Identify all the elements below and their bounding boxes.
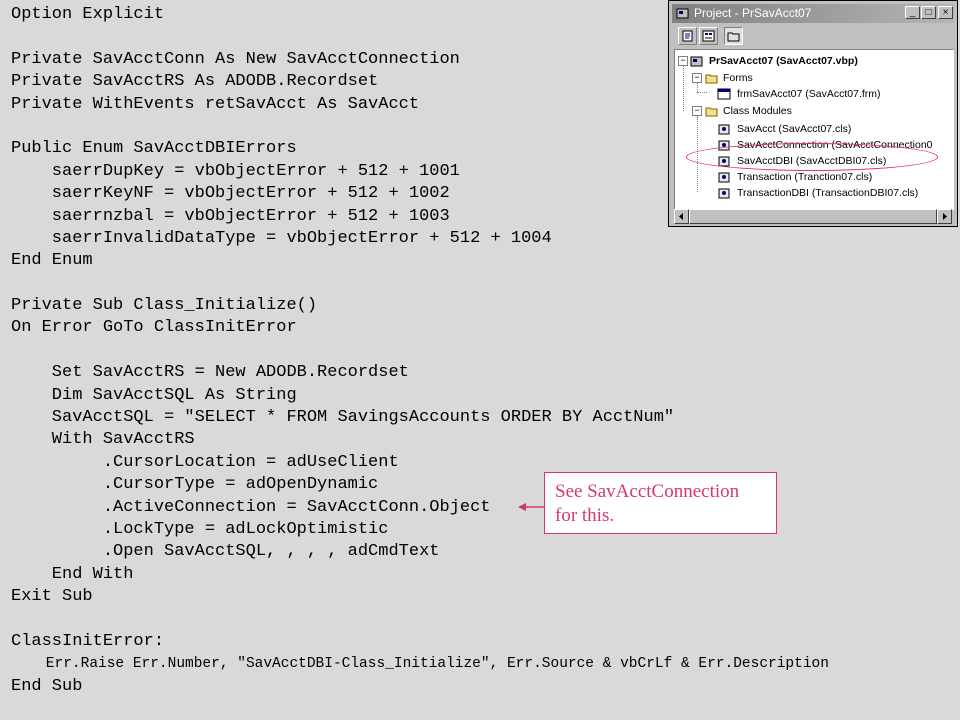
code-line: Set SavAcctRS = New ADODB.Recordset xyxy=(11,363,409,383)
tree-label: SavAcctDBI (SavAcctDBI07.cls) xyxy=(737,155,887,167)
vb-project-icon xyxy=(690,56,703,67)
tree-connector xyxy=(697,116,698,192)
view-code-button[interactable] xyxy=(678,27,697,45)
code-line: On Error GoTo ClassInitError xyxy=(11,318,297,338)
tree-item-form[interactable]: frmSavAcct07 (SavAcct07.frm) xyxy=(713,86,949,102)
open-folder-icon xyxy=(705,74,718,84)
view-code-icon xyxy=(682,30,693,42)
callout-note: See SavAcctConnection for this. xyxy=(544,472,777,534)
code-line: .Open SavAcctSQL, , , , adCmdText xyxy=(11,542,440,562)
tree-label: frmSavAcct07 (SavAcct07.frm) xyxy=(737,88,881,100)
project-toolbar xyxy=(674,27,952,47)
horizontal-scrollbar[interactable] xyxy=(674,209,952,224)
code-line: End With xyxy=(11,564,134,584)
class-module-icon xyxy=(718,172,730,183)
project-tree: − PrSavAcct07 (SavAcct07.vbp) − Forms fr… xyxy=(674,49,954,210)
tree-connector xyxy=(683,63,684,111)
code-line: End Sub xyxy=(11,676,83,696)
tree-item-module[interactable]: Transaction (Tranction07.cls) xyxy=(713,169,953,185)
collapse-toggle[interactable]: − xyxy=(678,56,688,66)
arrow-left-icon xyxy=(679,213,683,220)
tree-item-module[interactable]: TransactionDBI (TransactionDBI07.cls) xyxy=(713,185,953,201)
code-line: ClassInitError: xyxy=(11,631,165,651)
project-window-title: Project - PrSavAcct07 xyxy=(694,6,812,20)
class-module-icon xyxy=(718,140,730,151)
callout-line-1: See SavAcctConnection xyxy=(555,481,740,502)
code-line: End Enum xyxy=(11,251,93,271)
class-module-icon xyxy=(718,188,730,199)
scroll-right-button[interactable] xyxy=(937,209,952,224)
class-module-icon xyxy=(718,156,730,167)
code-line: SavAcctSQL = "SELECT * FROM SavingsAccou… xyxy=(11,408,675,428)
code-line: With SavAcctRS xyxy=(11,430,195,450)
minimize-button[interactable]: _ xyxy=(905,6,920,19)
tree-label: TransactionDBI (TransactionDBI07.cls) xyxy=(737,187,919,199)
collapse-toggle[interactable]: − xyxy=(692,106,702,116)
tree-item-forms-folder[interactable]: − Forms xyxy=(689,70,949,86)
code-line: saerrInvalidDataType = vbObjectError + 5… xyxy=(11,228,552,248)
tree-item-module-highlighted[interactable]: SavAcctDBI (SavAcctDBI07.cls) xyxy=(713,153,953,169)
view-object-button[interactable] xyxy=(699,27,718,45)
tree-connector xyxy=(697,92,707,93)
tree-label: Forms xyxy=(723,72,753,84)
code-line: Exit Sub xyxy=(11,587,93,607)
tree-label: PrSavAcct07 (SavAcct07.vbp) xyxy=(709,55,858,67)
toggle-folders-button[interactable] xyxy=(724,27,743,45)
maximize-button[interactable]: □ xyxy=(921,6,936,19)
arrow-right-icon xyxy=(943,213,947,220)
tree-label: SavAcctConnection (SavAcctConnection0 xyxy=(737,139,933,151)
tree-label: Transaction (Tranction07.cls) xyxy=(737,171,873,183)
class-module-icon xyxy=(718,124,730,135)
tree-item-project[interactable]: − PrSavAcct07 (SavAcct07.vbp) xyxy=(675,53,951,69)
project-app-icon xyxy=(676,8,689,19)
code-line: Dim SavAcctSQL As String xyxy=(11,385,297,405)
callout-line-2: for this. xyxy=(555,505,615,526)
code-line: .CursorLocation = adUseClient xyxy=(11,452,399,472)
close-button[interactable]: × xyxy=(938,6,953,19)
tree-item-module[interactable]: SavAcctConnection (SavAcctConnection0 xyxy=(713,137,953,153)
tree-item-module[interactable]: SavAcct (SavAcct07.cls) xyxy=(713,121,953,137)
collapse-toggle[interactable]: − xyxy=(692,73,702,83)
view-object-icon xyxy=(702,30,715,42)
open-folder-icon xyxy=(705,107,718,117)
toggle-folders-icon xyxy=(727,32,740,42)
form-icon xyxy=(717,88,731,100)
tree-label: SavAcct (SavAcct07.cls) xyxy=(737,123,852,135)
scroll-left-button[interactable] xyxy=(674,209,689,224)
code-line: Private Sub Class_Initialize() xyxy=(11,296,318,316)
scrollbar-thumb[interactable] xyxy=(689,209,937,224)
tree-item-class-modules-folder[interactable]: − Class Modules xyxy=(689,103,949,119)
project-explorer-window: Project - PrSavAcct07 _ □ × − PrSavAcct0… xyxy=(668,0,958,227)
tree-label: Class Modules xyxy=(723,105,792,117)
code-line: Err.Raise Err.Number, "SavAcctDBI-Class_… xyxy=(11,656,829,673)
project-window-titlebar[interactable]: Project - PrSavAcct07 _ □ × xyxy=(672,4,954,23)
